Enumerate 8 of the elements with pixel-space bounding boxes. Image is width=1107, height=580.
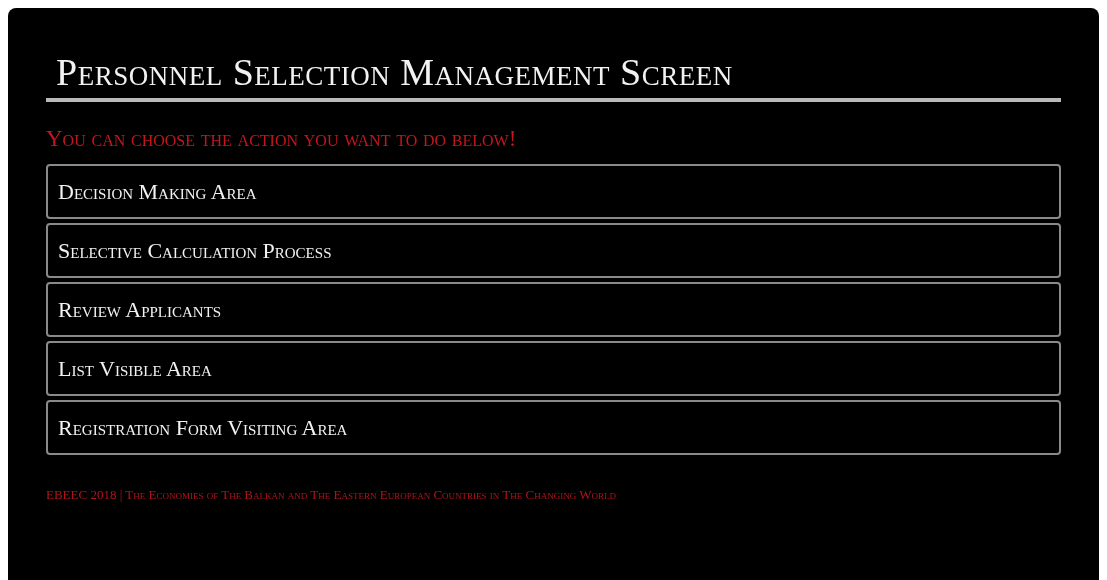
instruction-text: You can choose the action you want to do below! bbox=[46, 124, 518, 153]
action-button[interactable]: Selective Calculation Process bbox=[46, 223, 1061, 279]
page-title: Personnel Selection Management Screen bbox=[55, 52, 734, 94]
action-button[interactable]: Review Applicants bbox=[46, 282, 1061, 338]
action-button[interactable]: Registration Form Visiting Area bbox=[46, 400, 1061, 456]
action-button[interactable]: List Visible Area bbox=[46, 341, 1061, 397]
action-button[interactable]: Decision Making Area bbox=[46, 164, 1061, 220]
footer-text: EBEEC 2018 | The Economies of The Balkan and The Eastern European Countries in The Changing World bbox=[46, 486, 617, 505]
